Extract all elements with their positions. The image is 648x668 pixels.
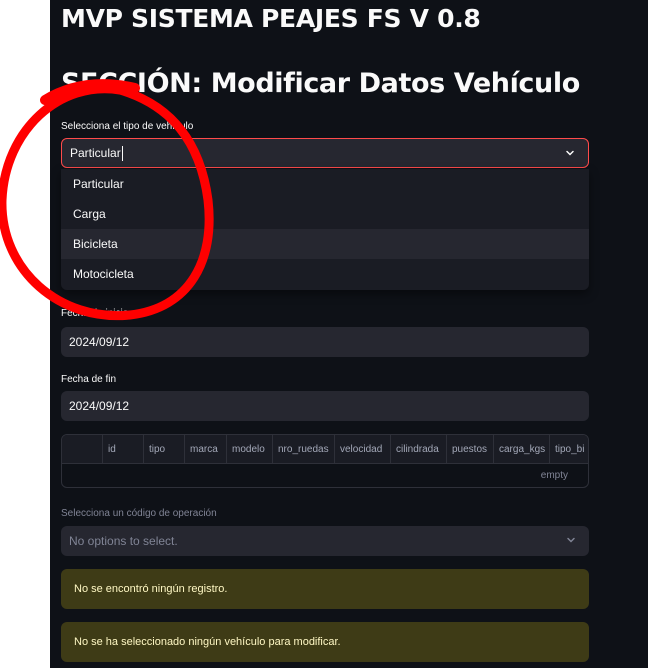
column-header[interactable]: tipo: [143, 435, 184, 463]
option-particular[interactable]: Particular: [61, 169, 589, 199]
column-header[interactable]: velocidad: [334, 435, 390, 463]
text-cursor: [121, 145, 123, 161]
option-motocicleta[interactable]: Motocicleta: [61, 259, 589, 289]
vehicles-table[interactable]: id tipo marca modelo nro_ruedas velocida…: [61, 434, 589, 488]
operation-code-select[interactable]: No options to select.: [61, 526, 589, 556]
column-header[interactable]: cilindrada: [390, 435, 446, 463]
start-date-label: Fecha de inicio: [61, 308, 129, 319]
operation-code-placeholder: No options to select.: [69, 534, 178, 548]
warning-alert: No se ha seleccionado ningún vehículo pa…: [61, 622, 589, 662]
start-date-input[interactable]: 2024/09/12: [61, 327, 589, 357]
row-index-header: [62, 435, 102, 463]
chevron-down-icon: [567, 537, 575, 543]
vehicle-type-dropdown: Particular Carga Bicicleta Motocicleta: [61, 169, 589, 290]
column-header[interactable]: puestos: [446, 435, 493, 463]
chevron-down-icon[interactable]: [564, 147, 576, 159]
vehicle-type-value: Particular: [70, 146, 121, 160]
column-header[interactable]: nro_ruedas: [272, 435, 334, 463]
table-header: id tipo marca modelo nro_ruedas velocida…: [62, 435, 588, 464]
warning-alert: No se encontró ningún registro.: [61, 569, 589, 609]
column-header[interactable]: modelo: [226, 435, 272, 463]
end-date-label: Fecha de fin: [61, 374, 117, 385]
column-header[interactable]: id: [102, 435, 143, 463]
operation-code-label: Selecciona un código de operación: [61, 508, 217, 519]
app-main: MVP SISTEMA PEAJES FS V 0.8 SECCIÓN: Mod…: [50, 0, 648, 668]
option-carga[interactable]: Carga: [61, 199, 589, 229]
section-title: SECCIÓN: Modificar Datos Vehículo: [61, 68, 580, 99]
column-header[interactable]: carga_kgs: [493, 435, 549, 463]
column-header[interactable]: marca: [184, 435, 226, 463]
end-date-input[interactable]: 2024/09/12: [61, 391, 589, 421]
vehicle-type-label: Selecciona el tipo de vehículo: [61, 121, 194, 132]
table-empty-text: empty: [540, 470, 568, 481]
column-header[interactable]: tipo_bi: [549, 435, 588, 463]
vehicle-type-select[interactable]: Particular: [61, 138, 589, 168]
option-bicicleta[interactable]: Bicicleta: [61, 229, 589, 259]
page-title: MVP SISTEMA PEAJES FS V 0.8: [61, 4, 481, 33]
